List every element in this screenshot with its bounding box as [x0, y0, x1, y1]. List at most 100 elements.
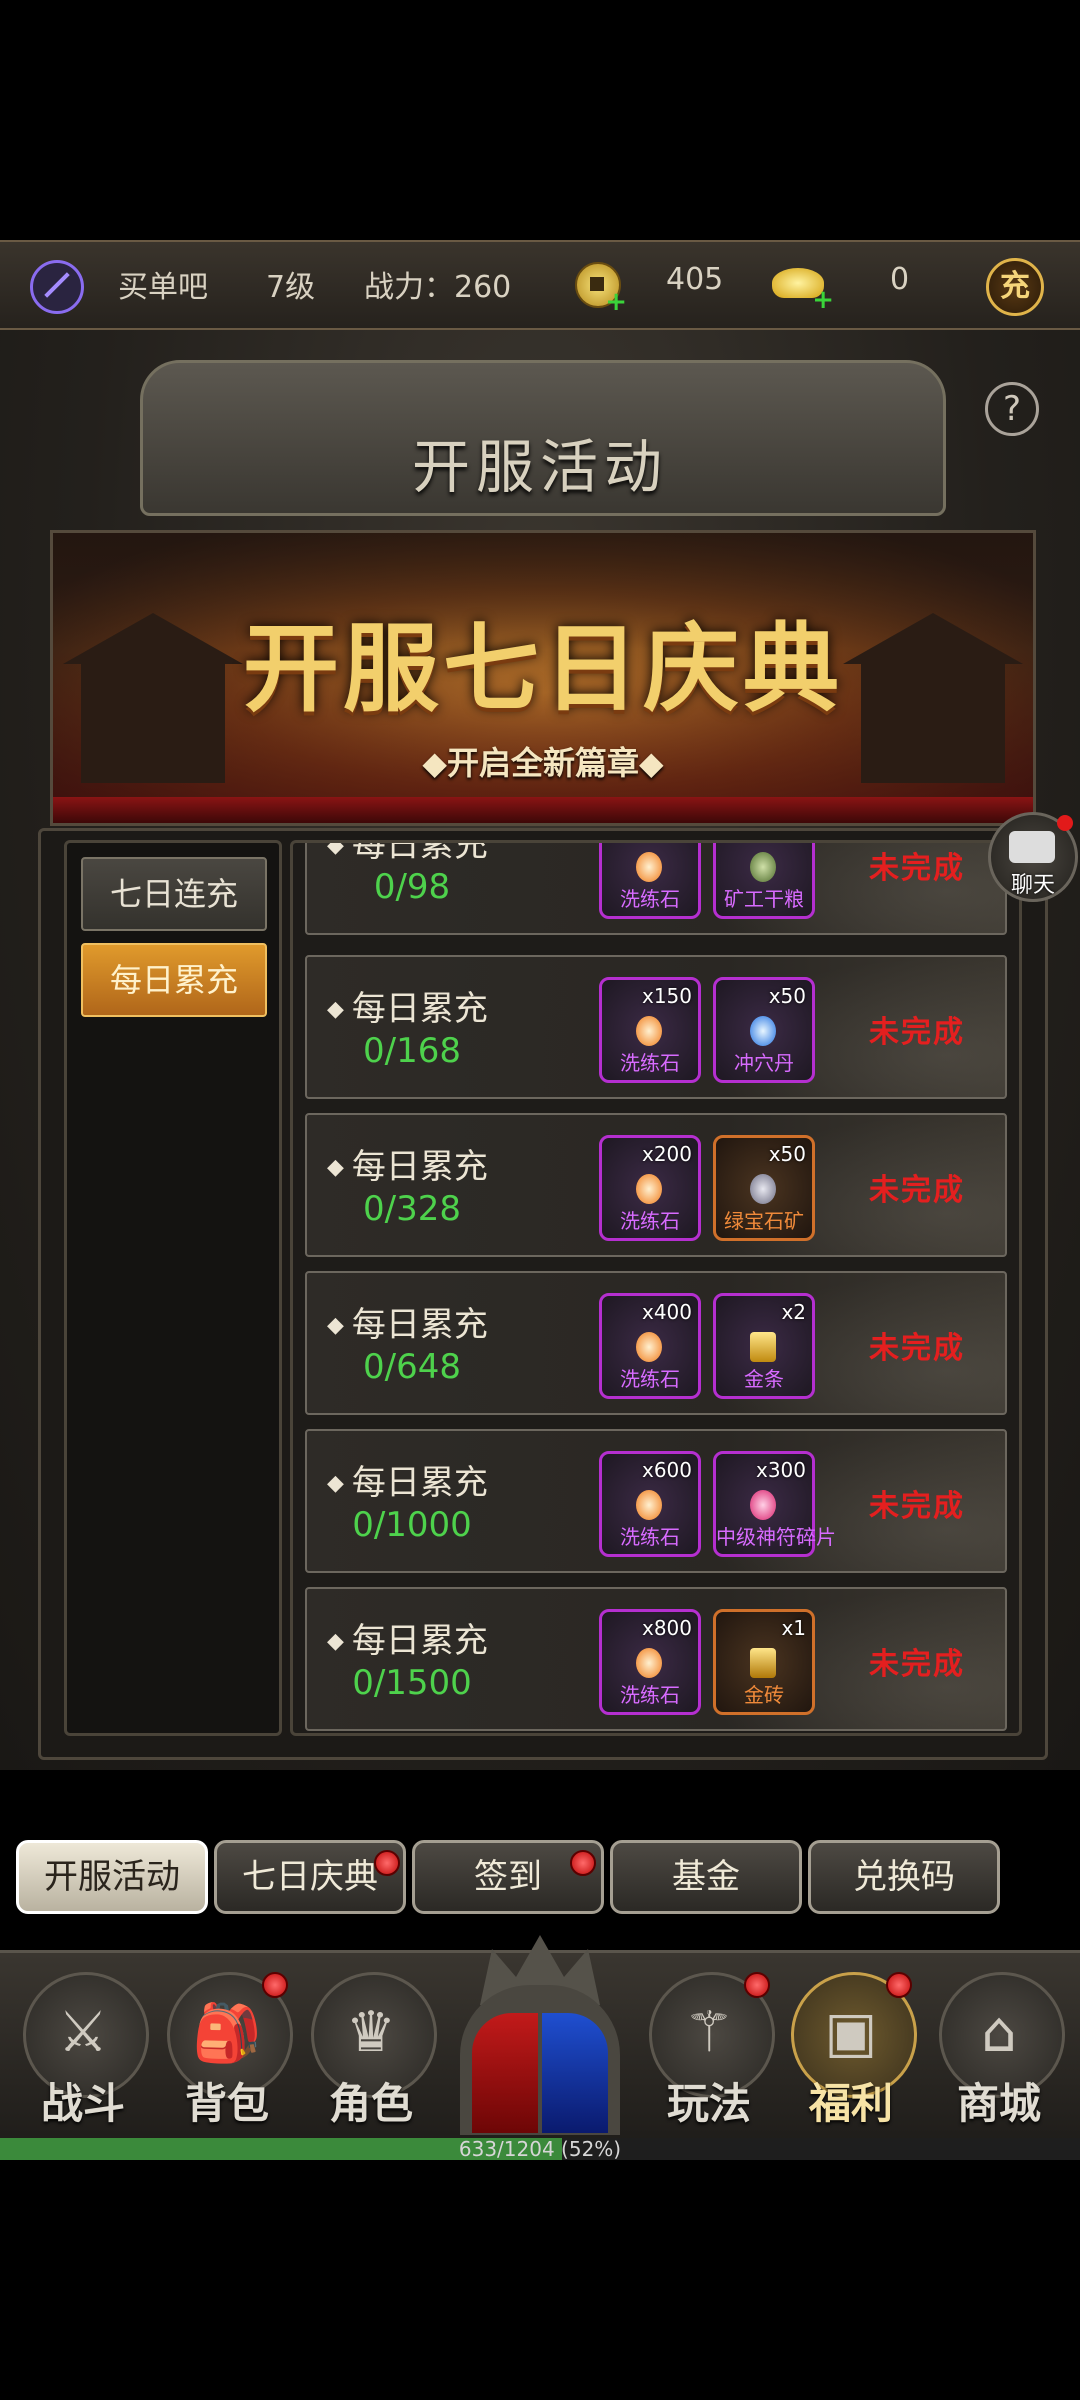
- task-progress: 0/98: [373, 867, 451, 907]
- reward-name: 绿宝石矿: [724, 1209, 804, 1233]
- reward-name: 洗练石: [620, 887, 680, 911]
- page-title: 开服活动: [411, 433, 668, 501]
- nav-item-label: 商城: [956, 2079, 1041, 2128]
- avatar-icon[interactable]: [30, 260, 84, 314]
- nav-item[interactable]: ♛ 角色: [306, 1972, 437, 2128]
- crystal-shard-icon: [750, 1490, 776, 1520]
- reward-item[interactable]: x5 矿工干粮: [713, 843, 815, 919]
- task-name-text: 每日累充: [351, 1305, 488, 1345]
- ore-icon: [750, 1174, 776, 1204]
- top-status-bar: 买单吧 7级 战力：260 + 405 + 0 充: [0, 240, 1080, 331]
- reward-item[interactable]: x50 冲穴丹: [713, 977, 815, 1083]
- chat-button[interactable]: 聊天: [988, 812, 1078, 902]
- task-status: 未完成: [869, 1015, 965, 1050]
- reward-item[interactable]: x400 洗练石: [599, 1293, 701, 1399]
- recharge-button[interactable]: 充: [986, 258, 1044, 316]
- task-row: ◆ 每日累充 0/648 未完成 x400 洗练石 x2 金条: [305, 1271, 1007, 1415]
- chat-label: 聊天: [1010, 873, 1055, 898]
- task-name: ◆ 每日累充: [327, 1455, 488, 1504]
- reward-quantity: x50: [768, 984, 806, 1008]
- player-name: 买单吧: [118, 270, 208, 305]
- reward-quantity: x100: [642, 843, 692, 844]
- reward-item[interactable]: x200 洗练石: [599, 1135, 701, 1241]
- task-progress: 0/648: [363, 1347, 461, 1387]
- task-status: 未完成: [869, 1173, 965, 1208]
- notification-dot: [1057, 815, 1073, 831]
- reward-quantity: x300: [755, 1458, 806, 1482]
- reward-name: 矿工干粮: [724, 887, 804, 911]
- reward-item[interactable]: x50 绿宝石矿: [713, 1135, 815, 1241]
- gold-bar-icon: [750, 1332, 776, 1362]
- tab-redeem-code[interactable]: 兑换码: [808, 1840, 1000, 1914]
- diamond-bullet-icon: ◆: [327, 1471, 344, 1496]
- reward-name: 洗练石: [620, 1209, 680, 1233]
- nav-item-label: 战斗: [40, 2079, 125, 2128]
- reward-name: 金条: [744, 1367, 784, 1391]
- task-row: ◆ 每日累充 0/168 未完成 x150 洗练石 x50 冲穴丹: [305, 955, 1007, 1099]
- nav-item-label: 玩法: [666, 2079, 751, 2128]
- task-name: ◆ 每日累充: [327, 843, 488, 866]
- side-tab-daily-cumulative[interactable]: 每日累充: [81, 943, 267, 1017]
- player-level: 7级: [266, 270, 316, 305]
- reward-quantity: x150: [641, 984, 692, 1008]
- reward-name: 洗练石: [620, 1367, 680, 1391]
- helmet-icon: ♛: [345, 2000, 397, 2065]
- reward-quantity: x400: [641, 1300, 692, 1324]
- reward-item[interactable]: x800 洗练石: [599, 1609, 701, 1715]
- reward-quantity: x2: [781, 1300, 806, 1324]
- reward-name: 中级神符碎片: [716, 1525, 836, 1549]
- help-icon[interactable]: ?: [985, 382, 1039, 436]
- recharge-label: 充: [1000, 269, 1030, 304]
- task-row: ◆ 每日累充0/98 未完成 x100 洗练石 x5 矿工干粮: [305, 843, 1007, 935]
- nav-item[interactable]: ▣ 福利: [786, 1972, 917, 2128]
- task-status: 未完成: [869, 1489, 965, 1524]
- ingot-icon[interactable]: +: [772, 268, 834, 313]
- reward-quantity: x1: [781, 1616, 806, 1640]
- task-progress: 0/1500: [352, 1663, 472, 1703]
- task-row: ◆ 每日累充 0/328 未完成 x200 洗练石 x50 绿宝石矿: [305, 1113, 1007, 1257]
- exp-text: 633/1204 (52%): [458, 2137, 622, 2161]
- nav-item-label: 背包: [184, 2079, 269, 2128]
- reward-name: 洗练石: [620, 1525, 680, 1549]
- notification-dot: [570, 1850, 596, 1876]
- reward-quantity: x200: [641, 1142, 692, 1166]
- task-status: 未完成: [869, 851, 965, 886]
- notification-dot: [374, 1850, 400, 1876]
- reward-quantity: x800: [641, 1616, 692, 1640]
- reward-item[interactable]: x600 洗练石: [599, 1451, 701, 1557]
- nav-item[interactable]: ⚚ 玩法: [644, 1972, 775, 2128]
- nav-item-label: 角色: [328, 2079, 413, 2128]
- portal-blue-door: [542, 2013, 608, 2133]
- tab-seven-day-celebration[interactable]: 七日庆典: [214, 1840, 406, 1914]
- nav-item[interactable]: ⚔ 战斗: [18, 1972, 149, 2128]
- portal-red-door: [472, 2013, 538, 2133]
- reward-item[interactable]: x150 洗练石: [599, 977, 701, 1083]
- coin-icon[interactable]: +: [575, 262, 627, 315]
- task-name: ◆ 每日累充: [327, 1139, 488, 1188]
- reward-name: 金砖: [744, 1683, 784, 1707]
- tab-fund[interactable]: 基金: [610, 1840, 802, 1914]
- chat-icon: [1009, 831, 1055, 863]
- banner-title: 开服七日庆典: [243, 612, 843, 725]
- task-name-text: 每日累充: [351, 1463, 488, 1503]
- nav-item-label: 福利: [808, 2079, 893, 2128]
- reward-name: 洗练石: [620, 1683, 680, 1707]
- tab-server-activity[interactable]: 开服活动: [16, 1840, 208, 1914]
- nav-portal-button[interactable]: [440, 1925, 640, 2140]
- backpack-icon: 🎒: [192, 2001, 262, 2066]
- reward-item[interactable]: x1 金砖: [713, 1609, 815, 1715]
- side-tab-seven-day-recharge[interactable]: 七日连充: [81, 857, 267, 931]
- nav-item[interactable]: ⌂ 商城: [934, 1972, 1065, 2128]
- task-status: 未完成: [869, 1331, 965, 1366]
- sword-slash-icon: ⚚: [683, 2000, 735, 2065]
- reward-item[interactable]: x2 金条: [713, 1293, 815, 1399]
- task-name: ◆ 每日累充: [327, 1297, 488, 1346]
- combat-power: 战力：260: [364, 270, 512, 305]
- nav-item[interactable]: 🎒 背包: [162, 1972, 293, 2128]
- coin-count: 405: [666, 262, 724, 297]
- reward-item[interactable]: x300 中级神符碎片: [713, 1451, 836, 1557]
- task-list[interactable]: ◆每日累充0/98未完成x100洗练石x5矿工干粮◆每日累充0/168未完成x1…: [290, 840, 1022, 1736]
- event-banner: 开服七日庆典 ◆开启全新篇章◆: [50, 530, 1036, 826]
- reward-item[interactable]: x100 洗练石: [599, 843, 701, 919]
- task-name-text: 每日累充: [351, 1621, 488, 1661]
